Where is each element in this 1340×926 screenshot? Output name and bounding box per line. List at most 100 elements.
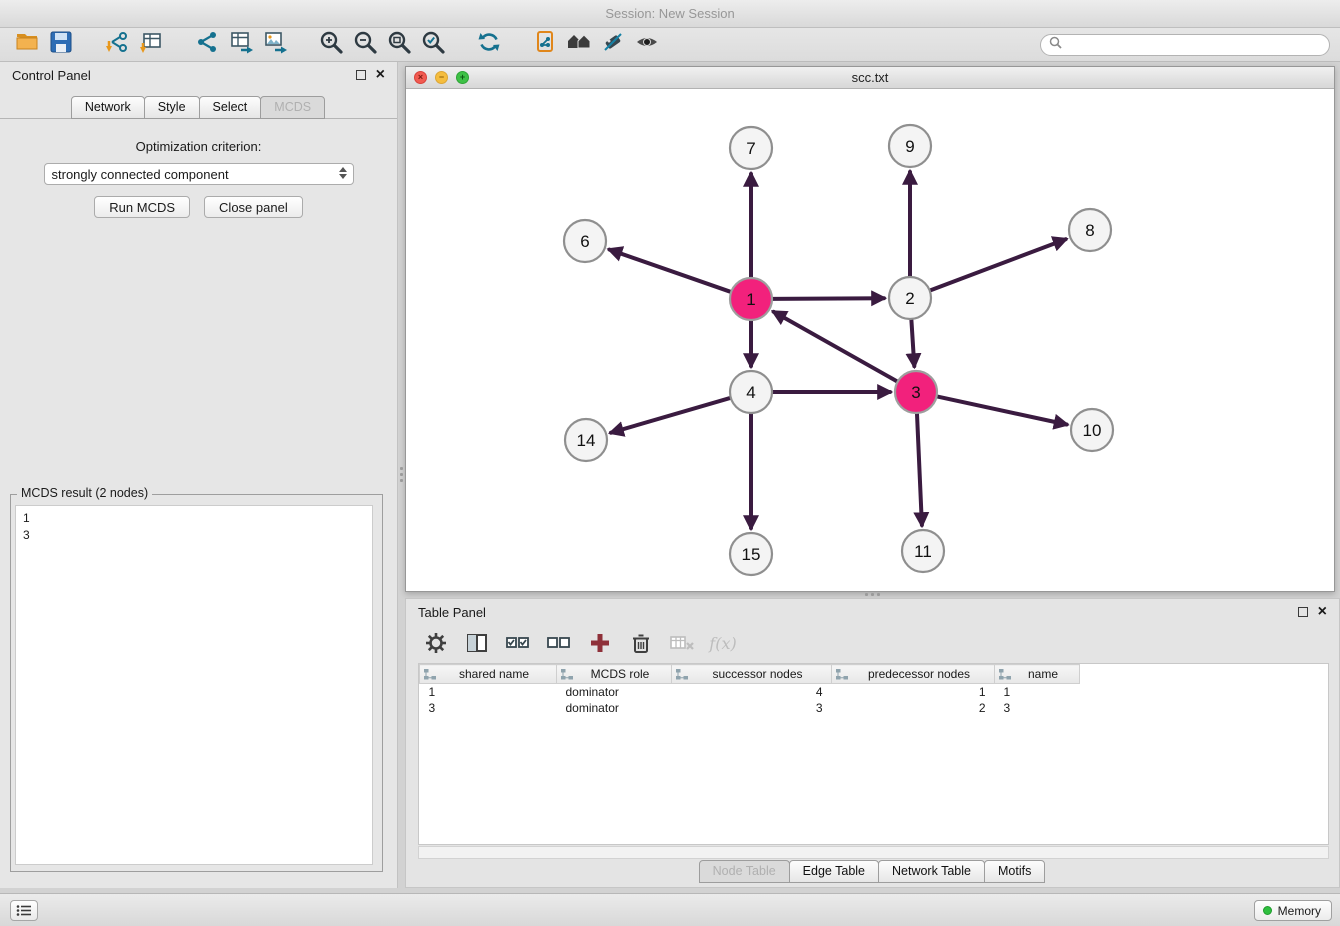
select-all-icon	[504, 630, 532, 656]
tab-mcds[interactable]: MCDS	[260, 96, 325, 119]
tab-network-table[interactable]: Network Table	[878, 860, 985, 883]
export-image-button[interactable]	[258, 30, 292, 60]
search-input[interactable]	[1067, 38, 1321, 52]
graph-node-4[interactable]: 4	[730, 371, 772, 413]
column-header-successor-nodes[interactable]: successor nodes	[672, 665, 832, 684]
memory-button[interactable]: Memory	[1254, 900, 1332, 921]
copy-network-button[interactable]	[528, 30, 562, 60]
export-network-button[interactable]	[190, 30, 224, 60]
select-all-button[interactable]	[504, 629, 532, 657]
attribute-tree-icon	[561, 669, 573, 680]
node-table-grid: shared nameMCDS rolesuccessor nodesprede…	[419, 664, 1328, 716]
graph-node-14[interactable]: 14	[565, 419, 607, 461]
optimization-criterion-label: Optimization criterion:	[0, 139, 397, 154]
table-row[interactable]: 3dominator323	[420, 700, 1328, 716]
table-toolbar: f(x)	[406, 625, 1339, 661]
svg-text:2: 2	[905, 289, 914, 308]
graph-edge-1-6[interactable]	[610, 250, 731, 292]
column-header-MCDS-role[interactable]: MCDS role	[557, 665, 672, 684]
vertical-splitter-handle[interactable]	[399, 464, 404, 484]
graph-node-10[interactable]: 10	[1071, 409, 1113, 451]
table-cell[interactable]: 4	[672, 684, 832, 700]
graph-edge-3-10[interactable]	[938, 397, 1067, 425]
search-box[interactable]	[1040, 34, 1330, 56]
float-panel-icon[interactable]	[356, 70, 366, 80]
graph-node-11[interactable]: 11	[902, 530, 944, 572]
graph-edge-4-14[interactable]	[611, 398, 730, 433]
graph-node-6[interactable]: 6	[564, 220, 606, 262]
graph-node-7[interactable]: 7	[730, 127, 772, 169]
criterion-dropdown[interactable]: strongly connected component	[44, 163, 354, 185]
table-horizontal-scrollbar[interactable]	[418, 846, 1329, 859]
column-layout-button[interactable]	[463, 629, 491, 657]
export-table-button[interactable]	[224, 30, 258, 60]
window-zoom-icon[interactable]: +	[456, 71, 469, 84]
zoom-out-button[interactable]	[348, 30, 382, 60]
graph-edge-1-2[interactable]	[773, 298, 884, 299]
style-button[interactable]	[596, 30, 630, 60]
table-cell[interactable]: dominator	[557, 700, 672, 716]
table-panel-title: Table Panel	[418, 605, 486, 620]
run-mcds-button[interactable]: Run MCDS	[94, 196, 190, 218]
graph-edge-2-8[interactable]	[931, 239, 1066, 290]
add-row-button[interactable]	[586, 629, 614, 657]
tab-motifs[interactable]: Motifs	[984, 860, 1045, 883]
column-header-shared-name[interactable]: shared name	[420, 665, 557, 684]
graph-node-15[interactable]: 15	[730, 533, 772, 575]
network-graph[interactable]: 7 9 6 8 1 2 4 3 14 10 15 11	[406, 90, 1334, 592]
graph-edge-2-3[interactable]	[911, 320, 914, 366]
import-table-button[interactable]	[134, 30, 168, 60]
tab-style[interactable]: Style	[144, 96, 200, 119]
mcds-result-item[interactable]: 1	[23, 510, 365, 527]
graph-edge-3-1[interactable]	[774, 312, 897, 381]
list-icon	[16, 904, 32, 917]
horizontal-splitter-handle[interactable]	[860, 592, 884, 597]
window-minimize-icon[interactable]: −	[435, 71, 448, 84]
refresh-button[interactable]	[472, 30, 506, 60]
table-cell[interactable]: 1	[420, 684, 557, 700]
table-cell[interactable]: 3	[995, 700, 1080, 716]
open-session-button[interactable]	[10, 30, 44, 60]
network-canvas[interactable]: 7 9 6 8 1 2 4 3 14 10 15 11	[406, 90, 1334, 591]
graph-node-2[interactable]: 2	[889, 277, 931, 319]
table-cell[interactable]: dominator	[557, 684, 672, 700]
tab-select[interactable]: Select	[199, 96, 262, 119]
table-cell[interactable]: 3	[672, 700, 832, 716]
delete-row-button[interactable]	[627, 629, 655, 657]
column-header-predecessor-nodes[interactable]: predecessor nodes	[832, 665, 995, 684]
mcds-result-list[interactable]: 13	[15, 505, 373, 865]
import-network-button[interactable]	[100, 30, 134, 60]
table-cell[interactable]: 3	[420, 700, 557, 716]
tab-network[interactable]: Network	[71, 96, 145, 119]
float-table-panel-icon[interactable]	[1298, 607, 1308, 617]
zoom-selected-button[interactable]	[416, 30, 450, 60]
tab-node-table[interactable]: Node Table	[699, 860, 790, 883]
task-history-button[interactable]	[10, 900, 38, 921]
column-layout-icon	[464, 630, 490, 656]
graph-node-9[interactable]: 9	[889, 125, 931, 167]
mcds-result-title: MCDS result (2 nodes)	[17, 486, 152, 500]
zoom-in-button[interactable]	[314, 30, 348, 60]
close-panel-icon[interactable]: ×	[376, 67, 385, 83]
zoom-fit-button[interactable]	[382, 30, 416, 60]
column-header-name[interactable]: name	[995, 665, 1080, 684]
show-details-button[interactable]	[630, 30, 664, 60]
close-table-panel-icon[interactable]: ×	[1318, 604, 1327, 620]
graph-node-3[interactable]: 3	[895, 371, 937, 413]
table-cell[interactable]: 1	[995, 684, 1080, 700]
home-overview-button[interactable]	[562, 30, 596, 60]
search-icon	[1049, 36, 1062, 54]
table-settings-button[interactable]	[422, 629, 450, 657]
graph-edge-3-11[interactable]	[917, 414, 922, 525]
window-close-icon[interactable]: ×	[414, 71, 427, 84]
graph-node-8[interactable]: 8	[1069, 209, 1111, 251]
close-panel-button[interactable]: Close panel	[204, 196, 303, 218]
table-row[interactable]: 1dominator411	[420, 684, 1328, 700]
table-cell[interactable]: 2	[832, 700, 995, 716]
save-session-button[interactable]	[44, 30, 78, 60]
mcds-result-item[interactable]: 3	[23, 527, 365, 544]
deselect-all-button[interactable]	[545, 629, 573, 657]
tab-edge-table[interactable]: Edge Table	[789, 860, 879, 883]
graph-node-1[interactable]: 1	[730, 278, 772, 320]
table-cell[interactable]: 1	[832, 684, 995, 700]
